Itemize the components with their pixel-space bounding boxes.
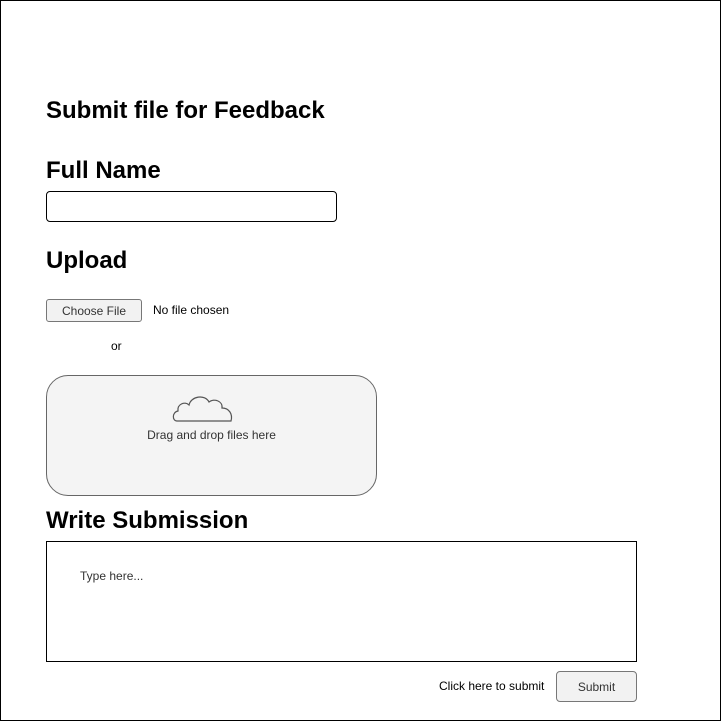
- page-title: Submit file for Feedback: [46, 97, 325, 124]
- no-file-chosen-text: No file chosen: [153, 303, 230, 317]
- cloud-icon: [172, 396, 233, 422]
- submit-hint-text: Click here to submit: [439, 679, 545, 693]
- submit-button[interactable]: Submit: [556, 671, 637, 702]
- write-submission-label: Write Submission: [46, 507, 249, 534]
- full-name-input[interactable]: [46, 191, 337, 222]
- dropzone-text: Drag and drop files here: [147, 428, 276, 442]
- page-frame: Submit file for Feedback Full Name Uploa…: [0, 0, 721, 721]
- choose-file-button[interactable]: Choose File: [46, 299, 142, 322]
- drag-drop-zone[interactable]: Drag and drop files here: [46, 375, 377, 496]
- full-name-label: Full Name: [46, 157, 161, 184]
- submission-textarea[interactable]: [46, 541, 637, 662]
- upload-label: Upload: [46, 247, 128, 274]
- or-separator: or: [111, 339, 122, 353]
